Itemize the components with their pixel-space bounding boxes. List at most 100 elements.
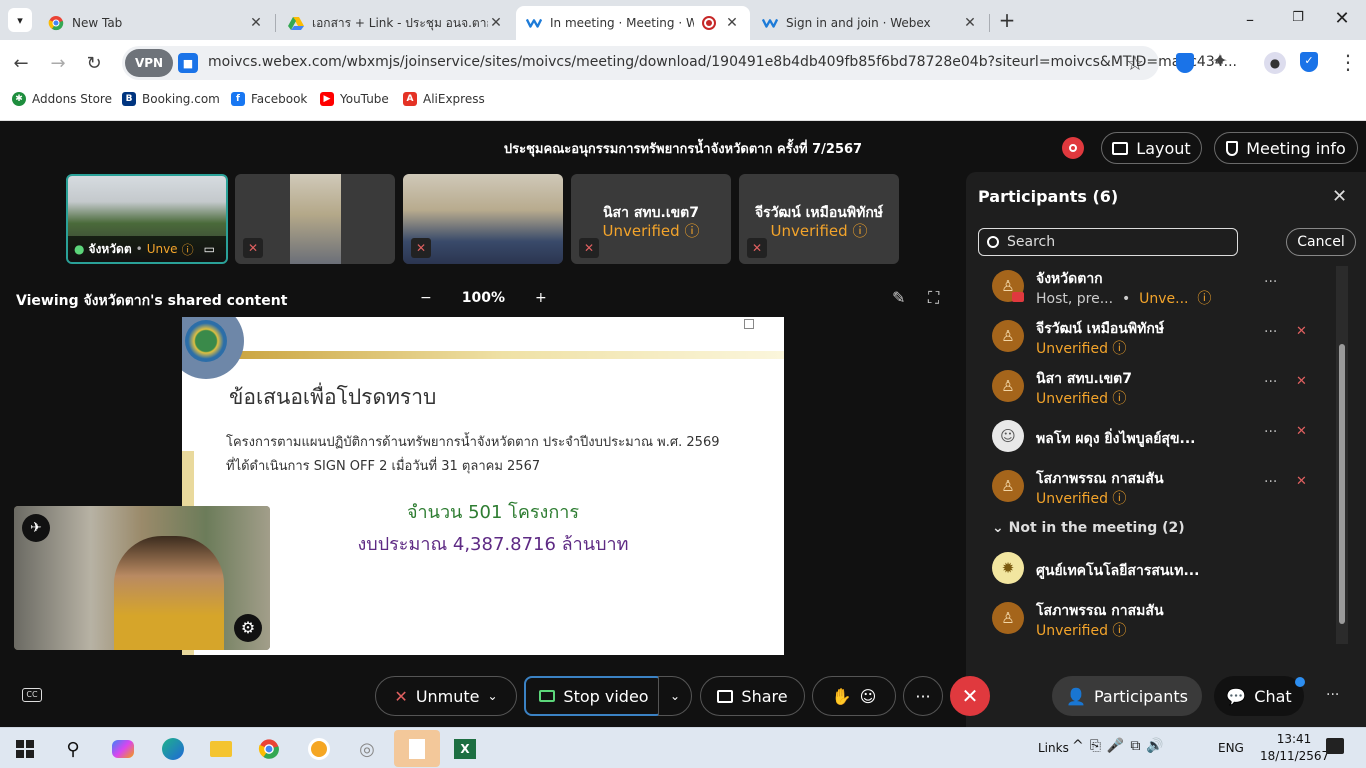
more-options-icon[interactable]: ··· [1264,424,1277,440]
tray-icons[interactable]: ^⎘🎤⧉🔊 [1072,738,1170,754]
more-options-icon[interactable]: ··· [1264,274,1277,290]
self-view-video[interactable]: ✈ ⚙ [14,506,270,650]
tab-new-tab[interactable]: New Tab ✕ [38,6,274,40]
video-thumbnail[interactable]: ✕ [403,174,563,264]
edge-icon[interactable] [160,736,186,762]
more-options-button[interactable]: ··· [903,676,943,716]
layout-button[interactable]: Layout [1101,132,1202,164]
annotate-icon[interactable]: ✎ [892,288,905,307]
tab-document[interactable]: เอกสาร + Link - ประชุม อนจ.ตาก 7 ✕ [278,6,514,40]
clock-date[interactable]: 18/11/2567 [1260,749,1329,763]
bookmark-star-icon[interactable]: ☆ [1126,51,1144,75]
participant-row[interactable]: ♙ นิสา สทบ.เขต7 Unverified ⓘ ··· ✕ [990,366,1310,410]
url-text[interactable]: moivcs.webex.com/wbxmjs/joinservice/site… [208,54,1237,70]
windows-start-icon[interactable] [12,736,38,762]
restore-button[interactable]: ❐ [1284,10,1312,30]
tab-sign-in[interactable]: Sign in and join · Webex ✕ [752,6,988,40]
links-toolbar[interactable]: Links [1038,741,1069,755]
unmute-button[interactable]: ✕ Unmute ⌄ [375,676,517,716]
fullscreen-icon[interactable]: ⛶ [928,288,939,308]
excel-icon[interactable]: X [452,736,478,762]
bookmark-youtube[interactable]: ▶ YouTube [320,92,389,106]
share-label: Share [741,686,788,706]
chat-button[interactable]: 💬 Chat [1214,676,1304,716]
video-thumbnail[interactable]: นิสา สทบ.เขต7 Unverified ⓘ ✕ [571,174,731,264]
active-app-highlight[interactable] [394,730,440,767]
participant-row[interactable]: ♙ จังหวัดตาก Host, pre... • Unve... ⓘ ··… [990,266,1310,310]
omnibox[interactable]: VPN ■ moivcs.webex.com/wbxmjs/joinservic… [122,46,1237,80]
not-in-meeting-toggle[interactable]: ⌄ Not in the meeting (2) [992,520,1185,536]
scrollbar[interactable] [1336,266,1348,644]
browser-extension-icon[interactable] [306,736,332,762]
profile-icon[interactable]: ● [1264,52,1286,74]
more-panels-icon[interactable]: ··· [1326,687,1339,703]
notifications-icon[interactable] [1326,738,1344,754]
tab-search-button[interactable]: ▾ [8,8,32,32]
new-tab-icon[interactable]: + [996,9,1018,31]
participant-name: ศูนย์เทคโนโลยีสารสนเท... [1036,563,1200,579]
participant-row[interactable]: ♙ โสภาพรรณ กาสมสัน Unverified ⓘ ··· ✕ [990,466,1310,510]
layout-icon [1112,141,1129,155]
back-icon[interactable]: ← [6,48,36,78]
bookmark-label: Facebook [251,92,308,106]
captions-button[interactable]: CC [22,688,42,702]
participant-row[interactable]: ♙ จีรวัฒน์ เหมือนพิทักษ์ Unverified ⓘ ··… [990,316,1310,360]
more-options-icon[interactable]: ··· [1264,474,1277,490]
copilot-icon[interactable] [110,736,136,762]
shield-extension-icon[interactable] [1176,53,1194,73]
settings-icon[interactable]: ⚙ [234,614,262,642]
video-options-chevron[interactable]: ⌄ [658,676,692,716]
bookmark-booking[interactable]: B Booking.com [122,92,220,106]
participant-row[interactable]: ☺ พลโท ผดุง ยิ่งไพบูลย์สุข... ··· ✕ [990,416,1310,460]
chrome-icon[interactable] [256,736,282,762]
drive-icon [288,15,304,31]
close-icon[interactable]: ✕ [962,15,978,31]
close-icon[interactable]: ✕ [724,15,740,31]
file-explorer-icon[interactable] [208,736,234,762]
zoom-in-icon[interactable]: + [535,290,547,306]
more-options-icon[interactable]: ··· [1264,324,1277,340]
video-thumbnail[interactable]: ✕ [235,174,395,264]
webex-app-icon[interactable]: ◎ [354,736,380,762]
tab-in-meeting[interactable]: In meeting · Meeting · Webex ✕ [516,6,750,40]
reload-icon[interactable]: ↻ [79,48,109,78]
avatar: ♙ [992,370,1024,402]
reactions-button[interactable]: ✋ ☺ [812,676,896,716]
clock-time[interactable]: 13:41 [1264,732,1324,746]
close-icon[interactable]: ✕ [488,15,504,31]
vpn-badge[interactable]: VPN [125,49,173,77]
participants-button[interactable]: 👤 Participants [1052,676,1202,716]
chevron-down-icon[interactable]: ⌄ [488,689,498,703]
video-thumbnail[interactable]: จีรวัฒน์ เหมือนพิทักษ์ Unverified ⓘ ✕ [739,174,899,264]
extensions-icon[interactable]: ✦ [1212,50,1228,72]
more-options-icon[interactable]: ··· [1264,374,1277,390]
video-thumbnail[interactable]: ● จังหวัดต • Unve ⓘ ▭ [66,174,228,264]
minimize-button[interactable]: – [1236,10,1264,30]
person-silhouette [114,536,224,650]
camera-permission-icon[interactable]: ■ [178,53,198,73]
bookmark-facebook[interactable]: f Facebook [231,92,307,106]
bookmark-addons-store[interactable]: ✱ Addons Store [12,92,112,106]
language-indicator[interactable]: ENG [1218,741,1244,755]
close-icon[interactable]: ✕ [248,15,264,31]
pin-icon[interactable]: ✈ [22,514,50,542]
scrollbar-thumb[interactable] [1339,344,1345,624]
menu-icon[interactable]: ⋮ [1338,50,1358,74]
tab-bar: ▾ New Tab ✕ เอกสาร + Link - ประชุม อนจ.ต… [0,0,1366,40]
share-button[interactable]: Share [700,676,805,716]
search-icon[interactable]: ⚲ [60,736,86,762]
participant-row[interactable]: ♙ โสภาพรรณ กาสมสัน Unverified ⓘ [990,598,1310,642]
search-input[interactable]: Search [978,228,1238,256]
security-extension-icon[interactable]: ✓ [1300,52,1318,72]
recording-indicator-icon [1062,137,1084,159]
meeting-info-button[interactable]: Meeting info [1214,132,1358,164]
bookmark-aliexpress[interactable]: A AliExpress [403,92,485,106]
close-window-button[interactable]: ✕ [1328,8,1356,30]
stop-video-button[interactable]: Stop video [524,676,664,716]
leave-meeting-button[interactable]: ✕ [950,676,990,716]
zoom-out-icon[interactable]: − [420,290,432,306]
close-panel-icon[interactable]: ✕ [1332,186,1347,207]
participant-row[interactable]: ✹ ศูนย์เทคโนโลยีสารสนเท... [990,548,1310,592]
forward-icon[interactable]: → [43,48,73,78]
cancel-button[interactable]: Cancel [1286,228,1356,256]
